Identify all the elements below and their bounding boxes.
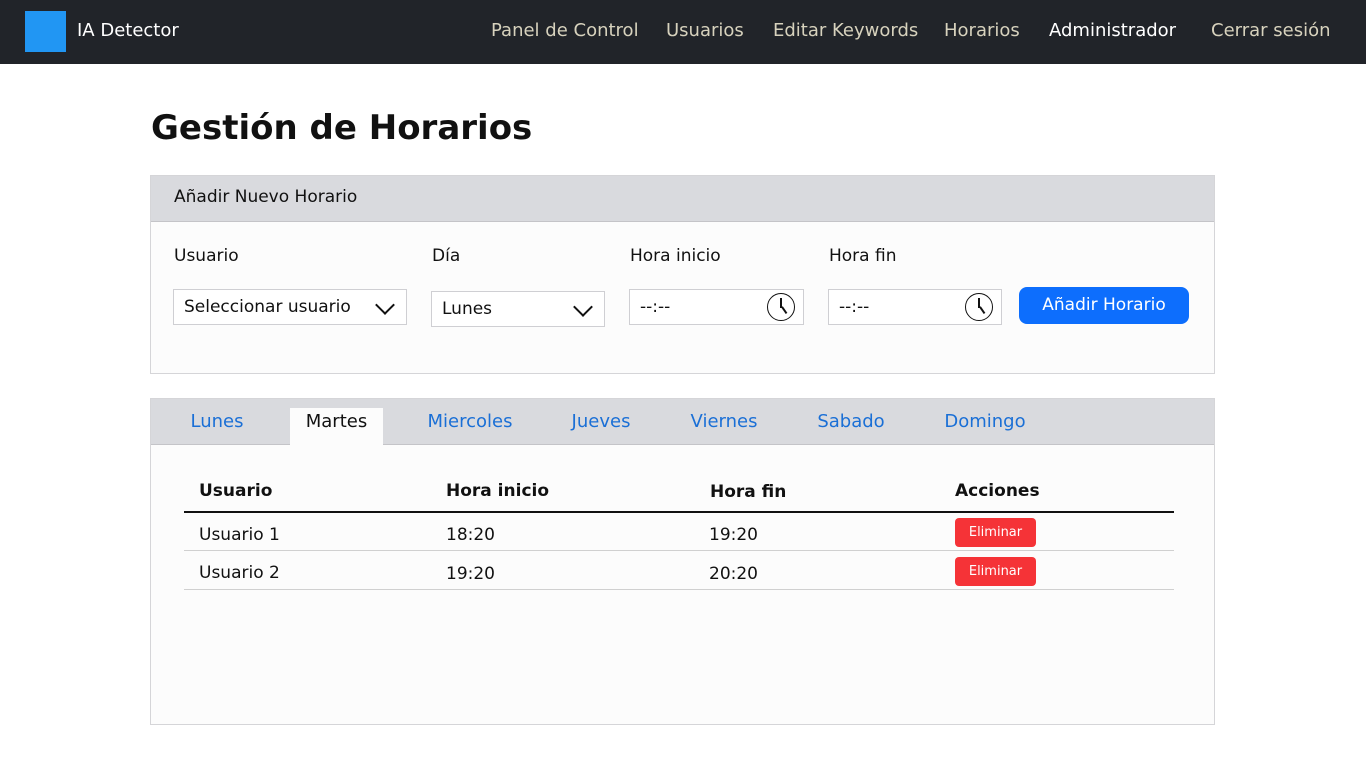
card-header-title: Añadir Nuevo Horario: [174, 187, 358, 207]
logo-icon[interactable]: [25, 11, 66, 52]
user-select[interactable]: Seleccionar usuario: [173, 289, 407, 325]
row1-user: Usuario 1: [199, 525, 280, 545]
schedule-card: [150, 398, 1215, 725]
nav-panel-de-control[interactable]: Panel de Control: [491, 20, 639, 41]
brand-name[interactable]: IA Detector: [77, 20, 179, 41]
tab-miercoles[interactable]: Miercoles: [415, 408, 525, 445]
chevron-down-icon: [573, 297, 593, 317]
row1-start: 18:20: [446, 525, 495, 545]
card-header: Añadir Nuevo Horario: [151, 176, 1214, 222]
add-schedule-button[interactable]: Añadir Horario: [1019, 287, 1189, 324]
end-time-input[interactable]: --:--: [828, 289, 1002, 325]
row1-end: 19:20: [709, 525, 758, 545]
chevron-down-icon: [375, 295, 395, 315]
add-schedule-card: Añadir Nuevo Horario: [150, 175, 1215, 374]
day-label: Día: [432, 246, 461, 266]
tab-sabado[interactable]: Sabado: [806, 408, 896, 445]
tab-viernes[interactable]: Viernes: [679, 408, 769, 445]
row2-end: 20:20: [709, 564, 758, 584]
delete-button[interactable]: Eliminar: [955, 557, 1036, 586]
user-select-value: Seleccionar usuario: [184, 297, 351, 317]
col-hora-inicio: Hora inicio: [446, 481, 550, 501]
start-time-value: --:--: [640, 297, 671, 317]
day-select-value: Lunes: [442, 299, 493, 319]
row-divider: [184, 550, 1174, 551]
nav-usuarios[interactable]: Usuarios: [666, 20, 744, 41]
day-select[interactable]: Lunes: [431, 291, 605, 327]
start-time-input[interactable]: --:--: [629, 289, 804, 325]
nav-editar-keywords[interactable]: Editar Keywords: [773, 20, 918, 41]
navbar: IA Detector Panel de Control Usuarios Ed…: [0, 0, 1366, 64]
end-label: Hora fin: [829, 246, 897, 266]
clock-icon[interactable]: [767, 293, 795, 321]
tab-martes[interactable]: Martes: [290, 408, 383, 445]
user-label: Usuario: [174, 246, 239, 266]
col-acciones: Acciones: [955, 481, 1040, 501]
tab-domingo[interactable]: Domingo: [935, 408, 1035, 445]
col-usuario: Usuario: [199, 481, 273, 501]
header-divider: [184, 511, 1174, 513]
nav-administrador[interactable]: Administrador: [1049, 20, 1176, 41]
row2-user: Usuario 2: [199, 563, 280, 583]
delete-button[interactable]: Eliminar: [955, 518, 1036, 547]
page-title: Gestión de Horarios: [151, 108, 533, 148]
nav-horarios[interactable]: Horarios: [944, 20, 1020, 41]
row2-start: 19:20: [446, 564, 495, 584]
clock-icon[interactable]: [965, 293, 993, 321]
col-hora-fin: Hora fin: [710, 482, 787, 502]
nav-cerrar-sesion[interactable]: Cerrar sesión: [1211, 20, 1331, 41]
tab-jueves[interactable]: Jueves: [556, 408, 646, 445]
start-label: Hora inicio: [630, 246, 721, 266]
tab-lunes[interactable]: Lunes: [172, 408, 262, 445]
row-divider: [184, 589, 1174, 590]
end-time-value: --:--: [839, 297, 870, 317]
